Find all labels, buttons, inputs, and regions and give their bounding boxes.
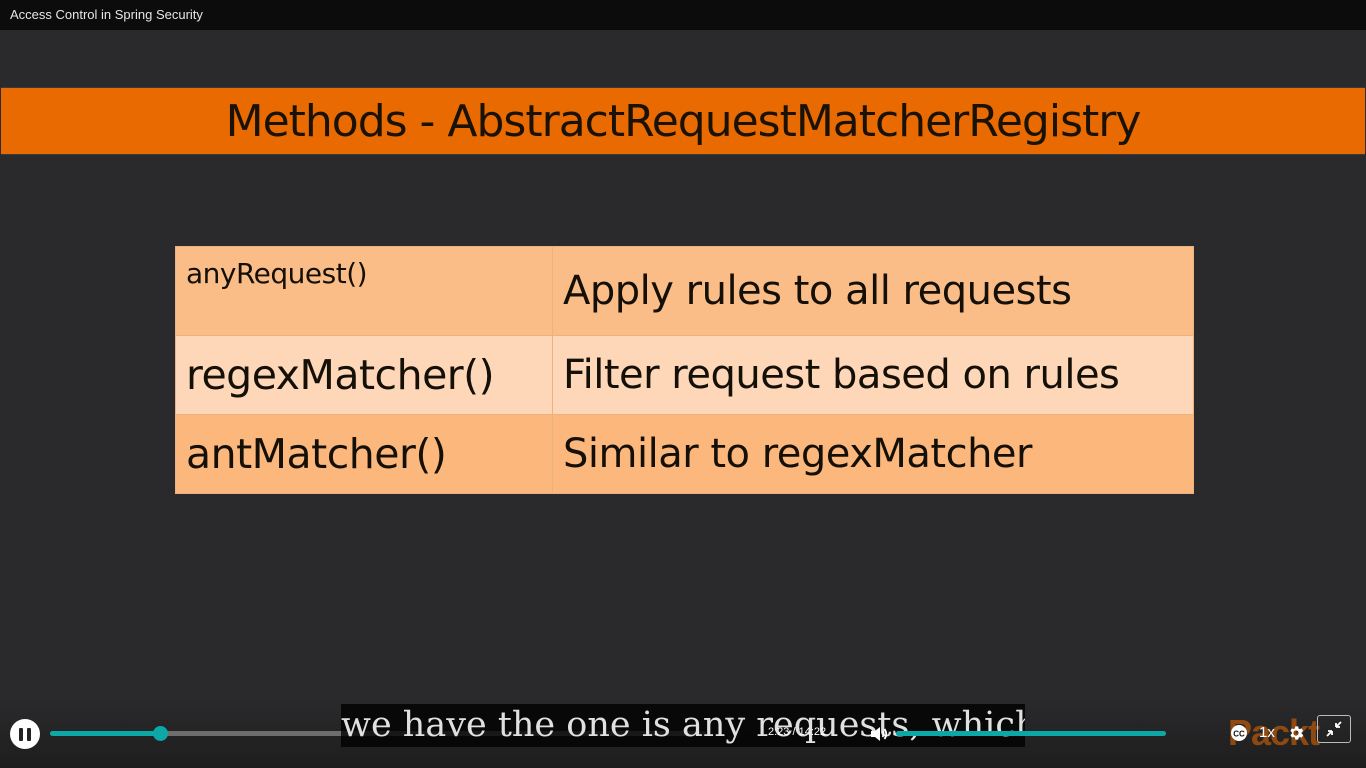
seek-bar-played xyxy=(50,731,161,736)
time-separator: / xyxy=(789,726,799,738)
volume-icon xyxy=(871,727,888,741)
subtitle-caption: we have the one is any requests, which w… xyxy=(341,704,1025,747)
exit-fullscreen-icon xyxy=(1326,721,1342,737)
cc-icon: CC xyxy=(1231,725,1247,741)
window-title: Access Control in Spring Security xyxy=(0,0,1366,30)
volume-level xyxy=(896,731,1166,736)
playback-speed-button[interactable]: 1x xyxy=(1259,724,1275,741)
method-cell: antMatcher() xyxy=(175,414,553,494)
gear-icon xyxy=(1290,726,1304,740)
description-cell: Filter request based on rules xyxy=(552,335,1194,415)
description-cell: Similar to regexMatcher xyxy=(552,414,1194,494)
captions-button[interactable]: CC xyxy=(1230,724,1248,742)
exit-fullscreen-button[interactable] xyxy=(1317,715,1351,743)
method-cell: regexMatcher() xyxy=(175,335,553,415)
methods-table: anyRequest() Apply rules to all requests… xyxy=(175,246,1194,494)
settings-button[interactable] xyxy=(1287,724,1305,742)
method-cell: anyRequest() xyxy=(175,246,553,336)
current-time: 2:23 xyxy=(768,726,790,738)
table-row: antMatcher() Similar to regexMatcher xyxy=(175,414,1194,494)
table-row: anyRequest() Apply rules to all requests xyxy=(175,246,1194,336)
volume-button[interactable] xyxy=(869,724,889,744)
volume-slider[interactable] xyxy=(896,731,1166,736)
slide-title: Methods - AbstractRequestMatcherRegistry xyxy=(225,95,1142,147)
table-row: regexMatcher() Filter request based on r… xyxy=(175,335,1194,415)
slide-banner: Methods - AbstractRequestMatcherRegistry xyxy=(1,87,1365,155)
description-cell: Apply rules to all requests xyxy=(552,246,1194,336)
time-display: 2:23 / 14:22 xyxy=(768,726,826,738)
pause-button[interactable] xyxy=(10,719,40,749)
pause-icon xyxy=(17,727,33,741)
duration: 14:22 xyxy=(798,726,827,738)
svg-text:CC: CC xyxy=(1233,730,1245,739)
